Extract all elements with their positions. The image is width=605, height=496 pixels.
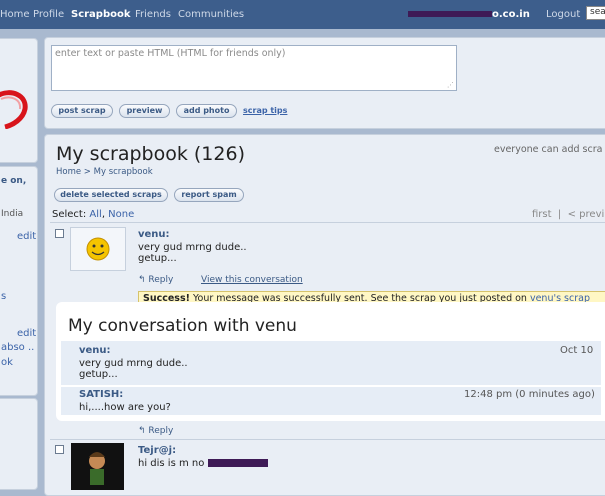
message-time: 12:48 pm (0 minutes ago) [464, 389, 595, 400]
sidebar-item-ok[interactable]: ok [1, 357, 13, 368]
message-text-line: hi,....how are you? [79, 402, 171, 413]
view-conversation-link[interactable]: View this conversation [201, 275, 303, 285]
avatar[interactable] [70, 227, 126, 271]
conversation-title: My conversation with venu [68, 316, 297, 336]
sidebar-item-s[interactable]: s [1, 291, 6, 302]
scrap-text: hi dis is m no [138, 458, 205, 469]
nav-profile-link[interactable]: Profile [33, 9, 64, 20]
avatar[interactable] [71, 443, 124, 490]
divider [50, 222, 605, 223]
add-photo-button[interactable]: add photo [176, 104, 237, 118]
message-author[interactable]: SATISH: [79, 389, 123, 400]
scrap-input-placeholder: enter text or paste HTML (HTML for frien… [55, 48, 286, 59]
select-none-link[interactable]: None [108, 209, 134, 220]
nav-communities-link[interactable]: Communities [178, 9, 244, 20]
message-text-line: very gud mrng dude.. [79, 358, 188, 369]
logout-link[interactable]: Logout [546, 9, 580, 20]
post-scrap-button[interactable]: post scrap [51, 104, 113, 118]
select-label: Select: [52, 209, 87, 220]
nav-scrapbook-label: Scrapbook [71, 9, 131, 20]
scrap-select-checkbox[interactable] [55, 445, 64, 454]
scrap-text-line: hi dis is m no [138, 458, 268, 469]
conversation-popup: My conversation with venu venu: Oct 10 v… [56, 302, 605, 421]
reply-label: Reply [148, 426, 174, 436]
scrap-author-link[interactable]: venu: [138, 229, 170, 240]
conversation-message: venu: Oct 10 very gud mrng dude.. getup.… [61, 341, 601, 385]
character-avatar-icon [89, 452, 105, 485]
page-title: My scrapbook (126) [56, 143, 245, 165]
scrap-text-line: very gud mrng dude.. [138, 242, 247, 253]
scrap-tips-link[interactable]: scrap tips [243, 106, 287, 115]
top-nav-bar: Home Profile Scrapbook Friends Communiti… [0, 0, 605, 29]
search-input[interactable]: sea [586, 6, 605, 20]
reply-label: Reply [148, 275, 174, 285]
nav-friends-link[interactable]: Friends [135, 9, 171, 20]
select-all-link[interactable]: All [89, 209, 101, 220]
profile-card [0, 38, 38, 163]
pagination[interactable]: first | < previ [532, 209, 604, 220]
sidebar-item-abso[interactable]: abso .. [1, 342, 34, 353]
email-suffix: o.co.in [492, 9, 530, 20]
edit-about-label: edit [17, 328, 37, 339]
scrap-author-link[interactable]: Tejr@j: [138, 445, 176, 456]
edit-about-link[interactable]: edit [17, 328, 36, 339]
profile-details-panel: e on, India edit s edit abso .. ok [0, 166, 38, 396]
permission-note: everyone can add scra [494, 144, 603, 155]
delete-selected-button[interactable]: delete selected scraps [54, 188, 168, 202]
heart-photo-icon [0, 90, 28, 129]
edit-profile-label: edit [17, 231, 37, 242]
nav-home-link[interactable]: Home [0, 9, 30, 20]
scrap-text-line: getup... [138, 253, 177, 264]
breadcrumb: Home > My scrapbook [56, 167, 153, 177]
edit-profile-link[interactable]: edit [17, 231, 36, 242]
conversation-message: SATISH: 12:48 pm (0 minutes ago) hi,....… [61, 387, 601, 415]
reply-arrow-icon: ↰ [138, 275, 146, 285]
report-spam-button[interactable]: report spam [174, 188, 244, 202]
divider [50, 439, 605, 440]
scrap-select-checkbox[interactable] [55, 229, 64, 238]
resize-handle-icon[interactable]: ⋰ [447, 81, 454, 89]
profile-name-fragment: e on, [1, 176, 27, 186]
user-email: o.co.in [408, 9, 530, 20]
select-controls: Select: All, None [52, 209, 135, 220]
smiley-avatar-icon [86, 237, 110, 261]
reply-arrow-icon: ↰ [138, 426, 146, 436]
sidebar-lower-panel [0, 398, 38, 490]
message-text-line: getup... [79, 369, 118, 380]
redacted-number-block [207, 459, 268, 467]
profile-country: India [1, 209, 24, 219]
scrap-text-input[interactable]: enter text or paste HTML (HTML for frien… [51, 45, 457, 91]
message-author[interactable]: venu: [79, 345, 111, 356]
reply-button[interactable]: ↰ Reply [138, 426, 173, 436]
nav-scrapbook-link[interactable]: Scrapbook [71, 9, 131, 20]
message-time: Oct 10 [560, 345, 594, 356]
redacted-email-block [408, 11, 492, 17]
preview-button[interactable]: preview [119, 104, 170, 118]
reply-button[interactable]: ↰ Reply [138, 275, 173, 285]
